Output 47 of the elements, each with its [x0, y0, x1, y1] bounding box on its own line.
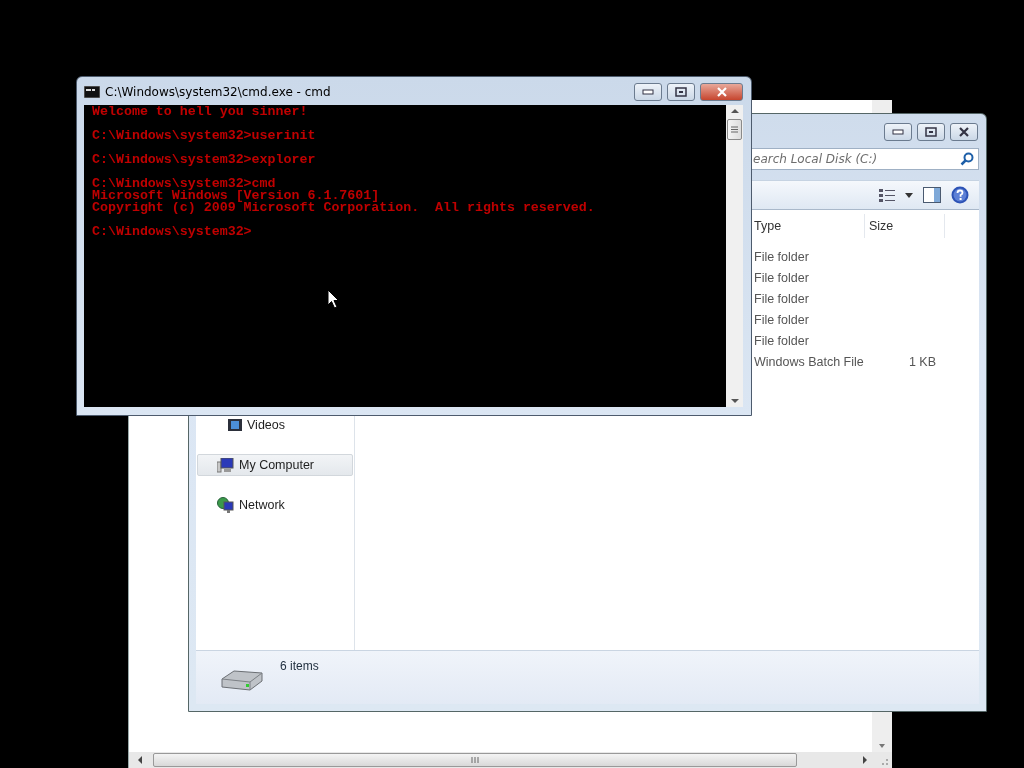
help-icon[interactable]	[951, 186, 969, 204]
maximize-button[interactable]	[667, 83, 695, 101]
console-line: C:\Windows\system32>	[92, 226, 253, 238]
network-icon	[217, 497, 234, 513]
table-cell-text: File folder	[753, 249, 809, 264]
console-line: Microsoft Windows [Version 6.1.7601]	[92, 190, 380, 202]
table-cell-text: 1 KB	[907, 354, 937, 369]
maximize-icon	[925, 127, 937, 137]
film-icon	[228, 419, 242, 431]
window-title: C:\Windows\system32\cmd.exe - cmd	[105, 85, 332, 99]
nav-item[interactable]: Network	[197, 494, 353, 516]
scroll-left-icon[interactable]	[137, 756, 143, 764]
console-line: Welcome to hell you sinner!	[92, 106, 309, 118]
console-icon	[84, 86, 100, 98]
scrollbar-thumb[interactable]	[153, 753, 797, 767]
table-cell-text: File folder	[753, 291, 809, 306]
console-line: Copyright (c) 2009 Microsoft Corporation. All rights reserved.	[92, 202, 596, 214]
scrollbar-thumb[interactable]	[727, 119, 742, 140]
table-cell-text: Windows Batch File	[753, 354, 864, 369]
computer-icon	[217, 457, 234, 473]
close-button[interactable]	[950, 123, 978, 141]
search-box[interactable]: earch Local Disk (C:)	[752, 148, 979, 170]
console-line: C:\Windows\system32>userinit	[92, 130, 317, 142]
minimize-icon	[892, 129, 904, 135]
minimize-icon	[642, 89, 654, 95]
view-list-icon[interactable]	[879, 188, 895, 202]
scroll-right-icon[interactable]	[862, 756, 868, 764]
maximize-icon	[675, 87, 687, 97]
item-count: 6 items	[280, 659, 319, 673]
table-cell-text: File folder	[753, 333, 809, 348]
search-icon[interactable]	[960, 152, 974, 166]
close-icon	[715, 87, 728, 97]
console-line: C:\Windows\system32>cmd	[92, 178, 276, 190]
column-header[interactable]: Size	[865, 214, 945, 238]
table-cell-text: File folder	[753, 270, 809, 285]
nav-item[interactable]: My Computer	[197, 454, 353, 476]
nav-item[interactable]: Videos	[197, 414, 353, 436]
maximize-button[interactable]	[917, 123, 945, 141]
preview-pane-icon[interactable]	[923, 187, 941, 203]
search-field[interactable]: earch Local Disk (C:)	[753, 152, 960, 166]
pointer-icon	[327, 289, 340, 309]
minimize-button[interactable]	[884, 123, 912, 141]
console-line: C:\Windows\system32>explorer	[92, 154, 317, 166]
table-cell-text: File folder	[753, 312, 809, 327]
close-icon	[958, 127, 970, 137]
caret-icon[interactable]	[905, 192, 913, 198]
minimize-button[interactable]	[634, 83, 662, 101]
